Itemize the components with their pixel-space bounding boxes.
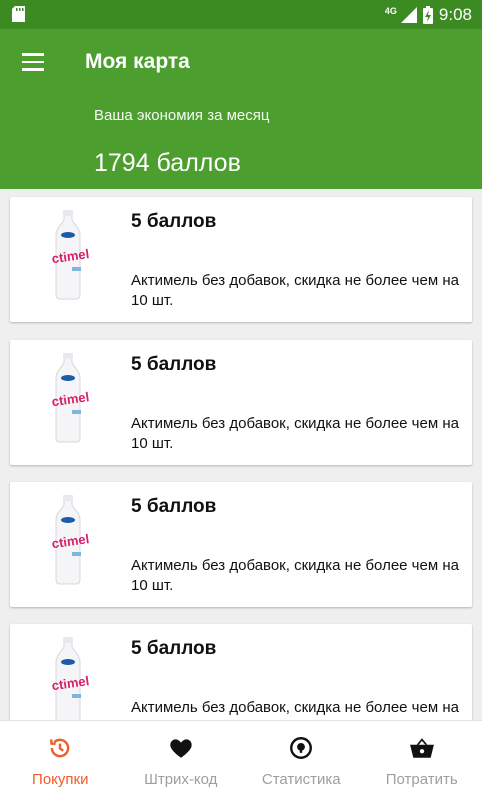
sd-card-icon <box>12 6 25 22</box>
offer-card[interactable]: ctimel 5 баллов Актимель без добавок, ск… <box>10 624 472 720</box>
tab-label: Покупки <box>32 771 89 788</box>
offer-description: Актимель без добавок, скидка не более че… <box>131 699 459 720</box>
product-image: ctimel <box>51 637 90 720</box>
tab-statistics[interactable]: Статистика <box>241 721 362 800</box>
tab-spend[interactable]: Потратить <box>362 721 482 800</box>
bottom-navigation: Покупки Штрих-код Статистика Потратить <box>0 720 482 800</box>
menu-icon-bar <box>22 68 44 71</box>
location-icon <box>290 737 313 759</box>
offer-card[interactable]: ctimel 5 баллов Актимель без добавок, ск… <box>10 482 472 607</box>
heart-icon <box>170 739 192 758</box>
history-icon <box>50 738 70 758</box>
offer-points: 5 баллов <box>131 354 217 375</box>
tab-barcode[interactable]: Штрих-код <box>121 721 242 800</box>
offer-points: 5 баллов <box>131 638 217 659</box>
product-image: ctimel <box>51 353 90 443</box>
tab-label: Статистика <box>261 771 341 788</box>
tab-purchases[interactable]: Покупки <box>0 721 121 800</box>
signal-icon <box>400 6 417 23</box>
savings-label: Ваша экономия за месяц <box>94 107 270 124</box>
battery-charging-icon <box>422 5 433 24</box>
offer-points: 5 баллов <box>131 211 217 232</box>
offer-description: Актимель без добавок, скидка не более че… <box>131 557 459 594</box>
offer-card[interactable]: ctimel 5 баллов Актимель без добавок, ск… <box>10 340 472 465</box>
product-image: ctimel <box>51 210 90 300</box>
network-type: 4G <box>384 5 397 16</box>
menu-icon-bar <box>22 53 44 56</box>
page-title: Моя карта <box>85 50 190 73</box>
offer-points: 5 баллов <box>131 496 217 517</box>
menu-icon-bar <box>22 60 44 64</box>
app-bar: Моя карта Ваша экономия за месяц 1794 ба… <box>0 29 482 189</box>
offers-list[interactable]: ctimel 5 баллов Актимель без добавок, ск… <box>0 189 482 720</box>
tab-label: Потратить <box>385 771 458 788</box>
clock: 9:08 <box>438 4 472 24</box>
status-bar: 4G 9:08 <box>0 0 482 29</box>
offer-card[interactable]: ctimel 5 баллов Актимель без добавок, ск… <box>10 197 472 322</box>
offer-description: Актимель без добавок, скидка не более че… <box>131 272 459 309</box>
savings-value: 1794 баллов <box>94 149 241 177</box>
offer-description: Актимель без добавок, скидка не более че… <box>131 415 459 452</box>
product-image: ctimel <box>51 495 90 585</box>
basket-icon <box>409 738 434 758</box>
menu-button[interactable] <box>14 46 52 78</box>
tab-label: Штрих-код <box>144 771 218 788</box>
